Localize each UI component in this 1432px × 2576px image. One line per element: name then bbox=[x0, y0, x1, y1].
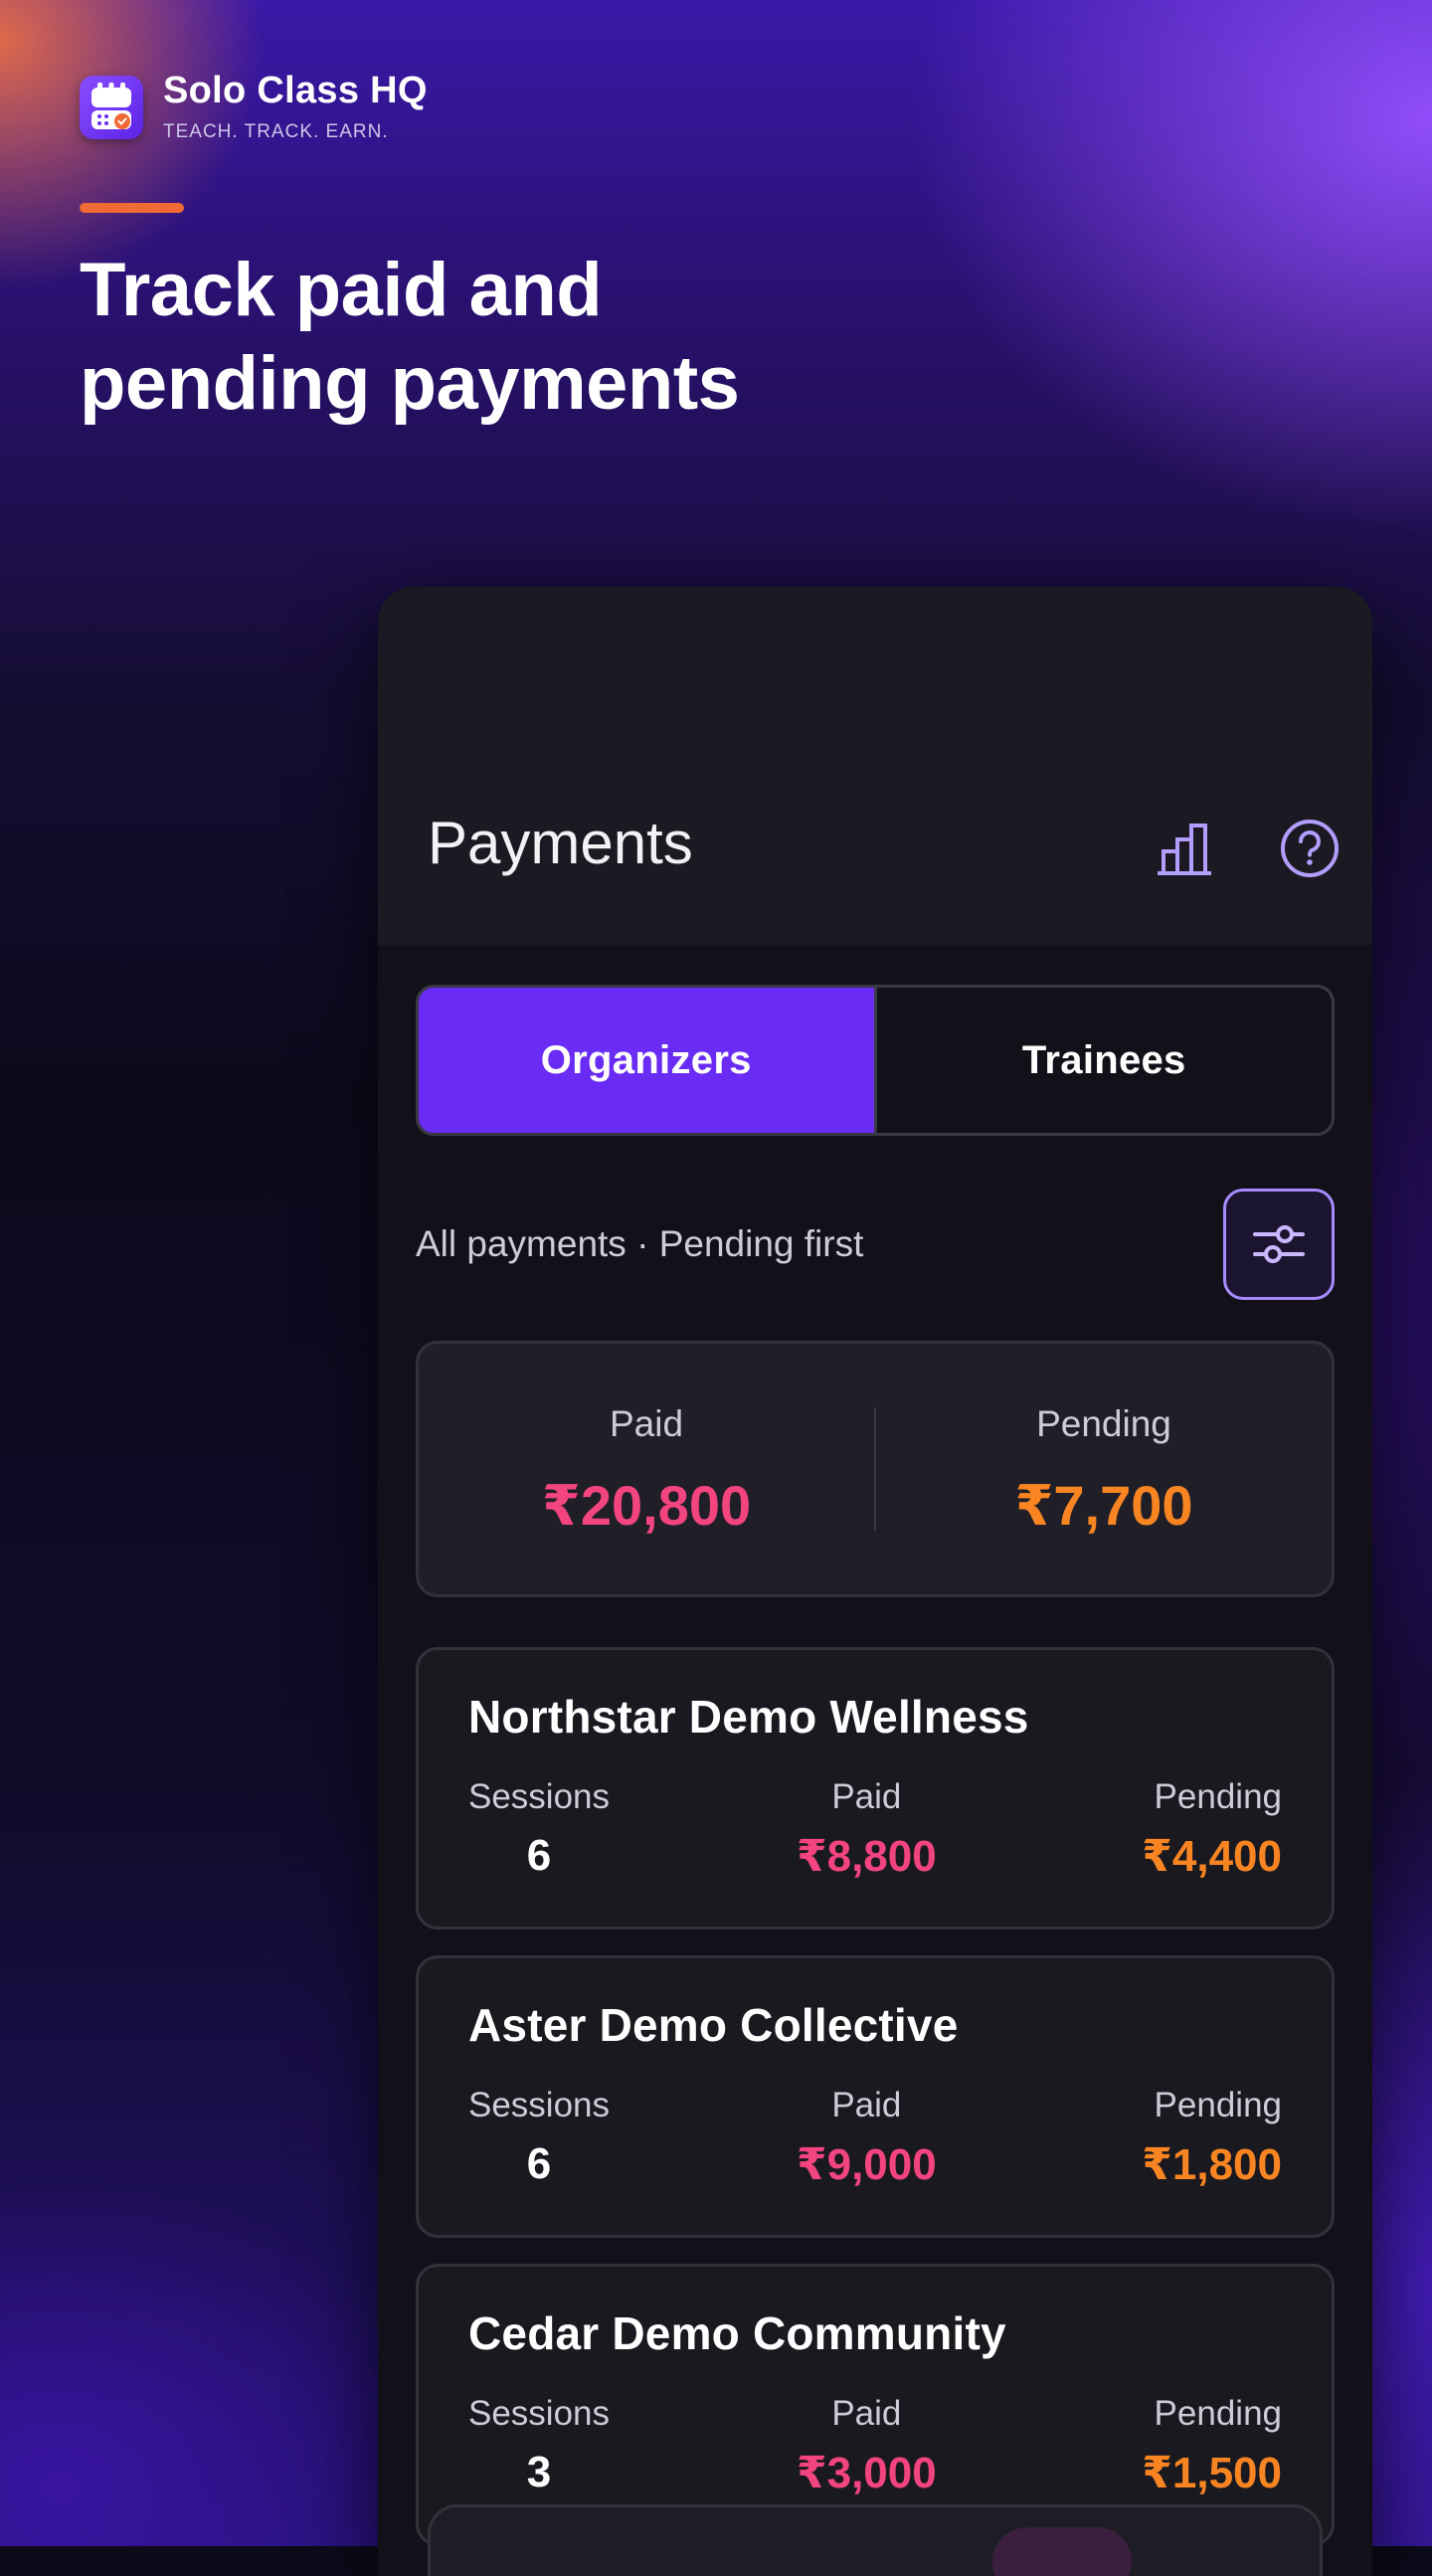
pending-value: ₹4,400 bbox=[1142, 1832, 1282, 1881]
brand-text: Solo Class HQ TEACH. TRACK. EARN. bbox=[163, 72, 428, 143]
stat-pending: Pending ₹1,500 bbox=[1142, 2394, 1282, 2498]
tab-switcher: Organizers Trainees bbox=[416, 985, 1335, 1136]
stat-sessions: Sessions 3 bbox=[468, 2394, 610, 2497]
page-title: Payments bbox=[428, 810, 693, 876]
phone-screen: Payments Organizers Trainees All payment… bbox=[378, 587, 1372, 2576]
paid-label: Paid bbox=[831, 2086, 902, 2124]
sessions-value: 6 bbox=[526, 2139, 552, 2188]
brand-tagline: TEACH. TRACK. EARN. bbox=[163, 121, 389, 142]
paid-value: ₹8,800 bbox=[797, 1832, 937, 1881]
summary-paid-value: ₹20,800 bbox=[541, 1474, 752, 1537]
headline: Track paid and pending payments bbox=[80, 244, 975, 431]
bar-chart-icon[interactable] bbox=[1154, 814, 1223, 883]
stat-paid: Paid ₹3,000 bbox=[797, 2394, 937, 2498]
pending-value: ₹1,800 bbox=[1142, 2140, 1282, 2189]
summary-pending-value: ₹7,700 bbox=[1014, 1474, 1193, 1537]
paid-label: Paid bbox=[831, 2394, 902, 2433]
sessions-label: Sessions bbox=[468, 2086, 611, 2124]
stat-pending: Pending ₹4,400 bbox=[1142, 1777, 1282, 1882]
brand-name: Solo Class HQ bbox=[163, 70, 428, 111]
help-circle-icon[interactable] bbox=[1275, 814, 1344, 883]
payments-summary-card: Paid ₹20,800 Pending ₹7,700 bbox=[416, 1341, 1335, 1597]
paid-label: Paid bbox=[831, 1777, 902, 1816]
sessions-label: Sessions bbox=[468, 1777, 611, 1816]
sessions-value: 6 bbox=[526, 1831, 552, 1880]
stat-sessions: Sessions 6 bbox=[468, 1777, 610, 1881]
tab-trainees[interactable]: Trainees bbox=[873, 988, 1333, 1133]
paid-value: ₹9,000 bbox=[797, 2140, 937, 2189]
summary-pending-label: Pending bbox=[1036, 1403, 1171, 1444]
accent-bar bbox=[80, 203, 184, 213]
summary-pending: Pending ₹7,700 bbox=[876, 1344, 1332, 1594]
headline-line-1: Track paid and bbox=[80, 248, 603, 332]
bottom-navigation bbox=[428, 2504, 1323, 2576]
filter-caption: All payments · Pending first bbox=[416, 1223, 864, 1264]
summary-paid-label: Paid bbox=[609, 1403, 684, 1444]
bottom-nav-active-indicator[interactable] bbox=[992, 2527, 1132, 2576]
pending-label: Pending bbox=[1154, 2086, 1282, 2124]
sessions-label: Sessions bbox=[468, 2394, 611, 2433]
filter-button[interactable] bbox=[1223, 1189, 1335, 1300]
pending-value: ₹1,500 bbox=[1142, 2449, 1282, 2497]
summary-paid: Paid ₹20,800 bbox=[419, 1344, 874, 1594]
headline-line-2: pending payments bbox=[80, 341, 740, 426]
organizer-name: Cedar Demo Community bbox=[468, 2307, 1006, 2359]
organizer-card[interactable]: Aster Demo Collective Sessions 6 Paid ₹9… bbox=[416, 1955, 1335, 2238]
brand-header: Solo Class HQ TEACH. TRACK. EARN. bbox=[80, 72, 428, 143]
organizer-card[interactable]: Northstar Demo Wellness Sessions 6 Paid … bbox=[416, 1647, 1335, 1930]
pending-label: Pending bbox=[1154, 1777, 1282, 1816]
stat-paid: Paid ₹8,800 bbox=[797, 1777, 937, 1882]
sliders-icon bbox=[1253, 1225, 1305, 1263]
tab-organizers[interactable]: Organizers bbox=[419, 988, 874, 1133]
paid-value: ₹3,000 bbox=[797, 2449, 937, 2497]
calendar-check-icon bbox=[80, 76, 143, 139]
stat-sessions: Sessions 6 bbox=[468, 2086, 610, 2189]
app-bar bbox=[378, 587, 1372, 945]
stat-pending: Pending ₹1,800 bbox=[1142, 2086, 1282, 2190]
organizer-name: Northstar Demo Wellness bbox=[468, 1691, 1029, 1743]
stat-paid: Paid ₹9,000 bbox=[797, 2086, 937, 2190]
organizer-name: Aster Demo Collective bbox=[468, 1999, 959, 2051]
sessions-value: 3 bbox=[526, 2448, 552, 2496]
pending-label: Pending bbox=[1154, 2394, 1282, 2433]
